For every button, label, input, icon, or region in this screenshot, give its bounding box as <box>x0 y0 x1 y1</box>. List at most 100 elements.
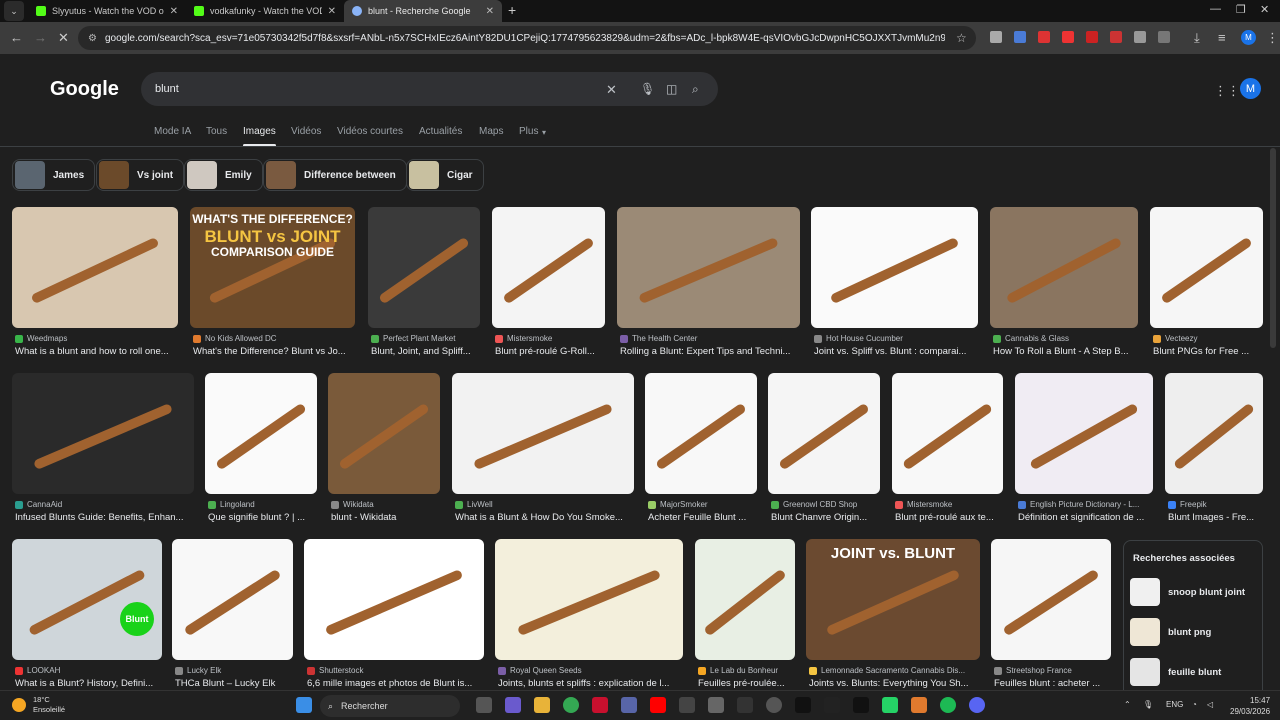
image-result-card[interactable]: Perfect Plant Market Blunt, Joint, and Sp… <box>368 207 480 360</box>
chevron-down-icon[interactable]: ▾ <box>542 128 546 137</box>
image-result-card[interactable]: Vecteezy Blunt PNGs for Free ... <box>1150 207 1263 360</box>
result-source[interactable]: English Picture Dictionary - L... <box>1018 500 1152 509</box>
filter-news[interactable]: Actualités <box>419 126 462 137</box>
result-thumbnail[interactable] <box>172 539 293 660</box>
result-source[interactable]: Wikidata <box>331 500 439 509</box>
discord-icon[interactable] <box>969 697 985 713</box>
whatsapp-icon[interactable] <box>882 697 898 713</box>
google-apps-icon[interactable]: ⋮⋮ <box>1214 83 1240 99</box>
result-thumbnail[interactable] <box>1015 373 1153 494</box>
image-result-card[interactable]: MajorSmoker Acheter Feuille Blunt ... <box>645 373 757 526</box>
image-result-card[interactable]: Freepik Blunt Images - Fre... <box>1165 373 1263 526</box>
app-icon[interactable] <box>708 697 724 713</box>
result-source[interactable]: Mistersmoke <box>895 500 1002 509</box>
result-source[interactable]: Lingoland <box>208 500 316 509</box>
image-result-card[interactable]: Shutterstock 6,6 mille images et photos d… <box>304 539 484 690</box>
task-view-icon[interactable] <box>476 697 492 713</box>
result-source[interactable]: Freepik <box>1168 500 1262 509</box>
result-thumbnail[interactable] <box>205 373 317 494</box>
result-source[interactable]: Greenowl CBD Shop <box>771 500 879 509</box>
page-scrollbar[interactable] <box>1270 148 1276 348</box>
start-icon[interactable] <box>296 697 312 713</box>
teams-icon[interactable] <box>621 697 637 713</box>
app-icon[interactable] <box>679 697 695 713</box>
app-icon[interactable] <box>824 697 840 713</box>
reading-list-icon[interactable]: ≡ <box>1218 30 1226 45</box>
file-explorer-icon[interactable] <box>534 697 550 713</box>
minimize-icon[interactable]: — <box>1210 3 1221 15</box>
result-thumbnail[interactable] <box>990 207 1138 328</box>
image-result-card[interactable]: The Health Center Rolling a Blunt: Expert… <box>617 207 800 360</box>
close-tab-icon[interactable]: ✕ <box>486 6 494 17</box>
filter-all[interactable]: Tous <box>206 126 227 137</box>
adblock-extension-icon[interactable] <box>1086 31 1098 43</box>
new-tab-icon[interactable]: + <box>508 2 516 18</box>
result-caption[interactable]: Feuilles blunt : acheter ... <box>994 678 1110 689</box>
result-thumbnail[interactable] <box>304 539 484 660</box>
image-result-card[interactable]: Mistersmoke Blunt pré-roulé G-Roll... <box>492 207 605 360</box>
result-caption[interactable]: 6,6 mille images et photos de Blunt is..… <box>307 678 483 689</box>
extensions-puzzle-icon[interactable] <box>1158 31 1170 43</box>
result-source[interactable]: Perfect Plant Market <box>371 334 479 343</box>
image-result-card[interactable]: Weedmaps What is a blunt and how to roll … <box>12 207 178 360</box>
search-icon[interactable]: ⌕ <box>692 82 699 97</box>
result-caption[interactable]: What is a Blunt? History, Defini... <box>15 678 161 689</box>
result-thumbnail[interactable]: WHAT'S THE DIFFERENCE? BLUNT vs JOINT COMP… <box>190 207 355 328</box>
tab-search-dropdown-icon[interactable]: ⌄ <box>4 1 24 21</box>
image-result-card[interactable]: Lucky Elk THCa Blunt – Lucky Elk <box>172 539 293 690</box>
clear-search-icon[interactable]: ✕ <box>606 82 617 98</box>
spotify-icon[interactable] <box>940 697 956 713</box>
result-thumbnail[interactable] <box>768 373 880 494</box>
filter-maps[interactable]: Maps <box>479 126 503 137</box>
result-source[interactable]: Weedmaps <box>15 334 177 343</box>
result-caption[interactable]: Feuilles pré-roulée... <box>698 678 794 689</box>
url-omnibox[interactable]: ⚙ google.com/search?sca_esv=71e05730342f… <box>78 26 976 50</box>
result-caption[interactable]: Joints vs. Blunts: Everything You Sh... <box>809 678 979 689</box>
tray-chevron-icon[interactable]: ⌃ <box>1124 700 1131 709</box>
result-thumbnail[interactable] <box>892 373 1003 494</box>
result-source[interactable]: Royal Queen Seeds <box>498 666 682 675</box>
profile-avatar[interactable]: M <box>1241 30 1256 45</box>
result-caption[interactable]: What is a Blunt & How Do You Smoke... <box>455 512 633 523</box>
weather-widget[interactable]: 18°C Ensoleillé <box>12 695 65 715</box>
extension-icon[interactable] <box>1134 31 1146 43</box>
result-thumbnail[interactable] <box>1165 373 1263 494</box>
result-source[interactable]: Lemonnade Sacramento Cannabis Dis... <box>809 666 979 675</box>
result-caption[interactable]: Infused Blunts Guide: Benefits, Enhan... <box>15 512 193 523</box>
app-icon[interactable] <box>911 697 927 713</box>
filter-images[interactable]: Images <box>243 126 276 147</box>
result-thumbnail[interactable] <box>12 373 194 494</box>
result-caption[interactable]: How To Roll a Blunt - A Step B... <box>993 346 1137 357</box>
result-source[interactable]: LOOKAH <box>15 666 161 675</box>
related-search-item[interactable]: snoop blunt joint <box>1130 577 1245 607</box>
image-result-card[interactable]: JOINT vs. BLUNT Lemonnade Sacramento Cann… <box>806 539 980 690</box>
result-thumbnail[interactable] <box>12 207 178 328</box>
result-caption[interactable]: Joints, blunts et spliffs : explication … <box>498 678 682 689</box>
extension-icon[interactable] <box>1062 31 1074 43</box>
chrome-icon[interactable] <box>563 697 579 713</box>
close-window-icon[interactable]: ✕ <box>1260 3 1269 16</box>
image-result-card[interactable]: Le Lab du Bonheur Feuilles pré-roulée... <box>695 539 795 690</box>
lens-search-icon[interactable]: ◫ <box>666 82 677 96</box>
result-source[interactable]: Lucky Elk <box>175 666 292 675</box>
result-thumbnail[interactable] <box>328 373 440 494</box>
result-thumbnail[interactable] <box>368 207 480 328</box>
result-caption[interactable]: Que signifie blunt ? | ... <box>208 512 316 523</box>
result-caption[interactable]: Joint vs. Spliff vs. Blunt : comparai... <box>814 346 977 357</box>
filter-short-videos[interactable]: Vidéos courtes <box>337 126 403 137</box>
image-result-card[interactable]: LivWell What is a Blunt & How Do You Smok… <box>452 373 634 526</box>
result-source[interactable]: Le Lab du Bonheur <box>698 666 794 675</box>
image-result-card[interactable]: Mistersmoke Blunt pré-roulé aux te... <box>892 373 1003 526</box>
site-info-icon[interactable]: ⚙ <box>88 33 97 44</box>
result-caption[interactable]: Blunt Chanvre Origin... <box>771 512 879 523</box>
result-source[interactable]: Streetshop France <box>994 666 1110 675</box>
result-caption[interactable]: Blunt pré-roulé aux te... <box>895 512 1002 523</box>
browser-tab-active[interactable]: blunt - Recherche Google ✕ <box>344 0 502 22</box>
image-result-card[interactable]: Greenowl CBD Shop Blunt Chanvre Origin... <box>768 373 880 526</box>
extension-icon[interactable] <box>990 31 1002 43</box>
image-result-card[interactable]: CannaAid Infused Blunts Guide: Benefits, … <box>12 373 194 526</box>
result-source[interactable]: Cannabis & Glass <box>993 334 1137 343</box>
image-result-card[interactable]: WHAT'S THE DIFFERENCE? BLUNT vs JOINT COMP… <box>190 207 355 360</box>
related-search-item[interactable]: blunt png <box>1130 617 1211 647</box>
close-tab-icon[interactable]: ✕ <box>328 6 336 17</box>
